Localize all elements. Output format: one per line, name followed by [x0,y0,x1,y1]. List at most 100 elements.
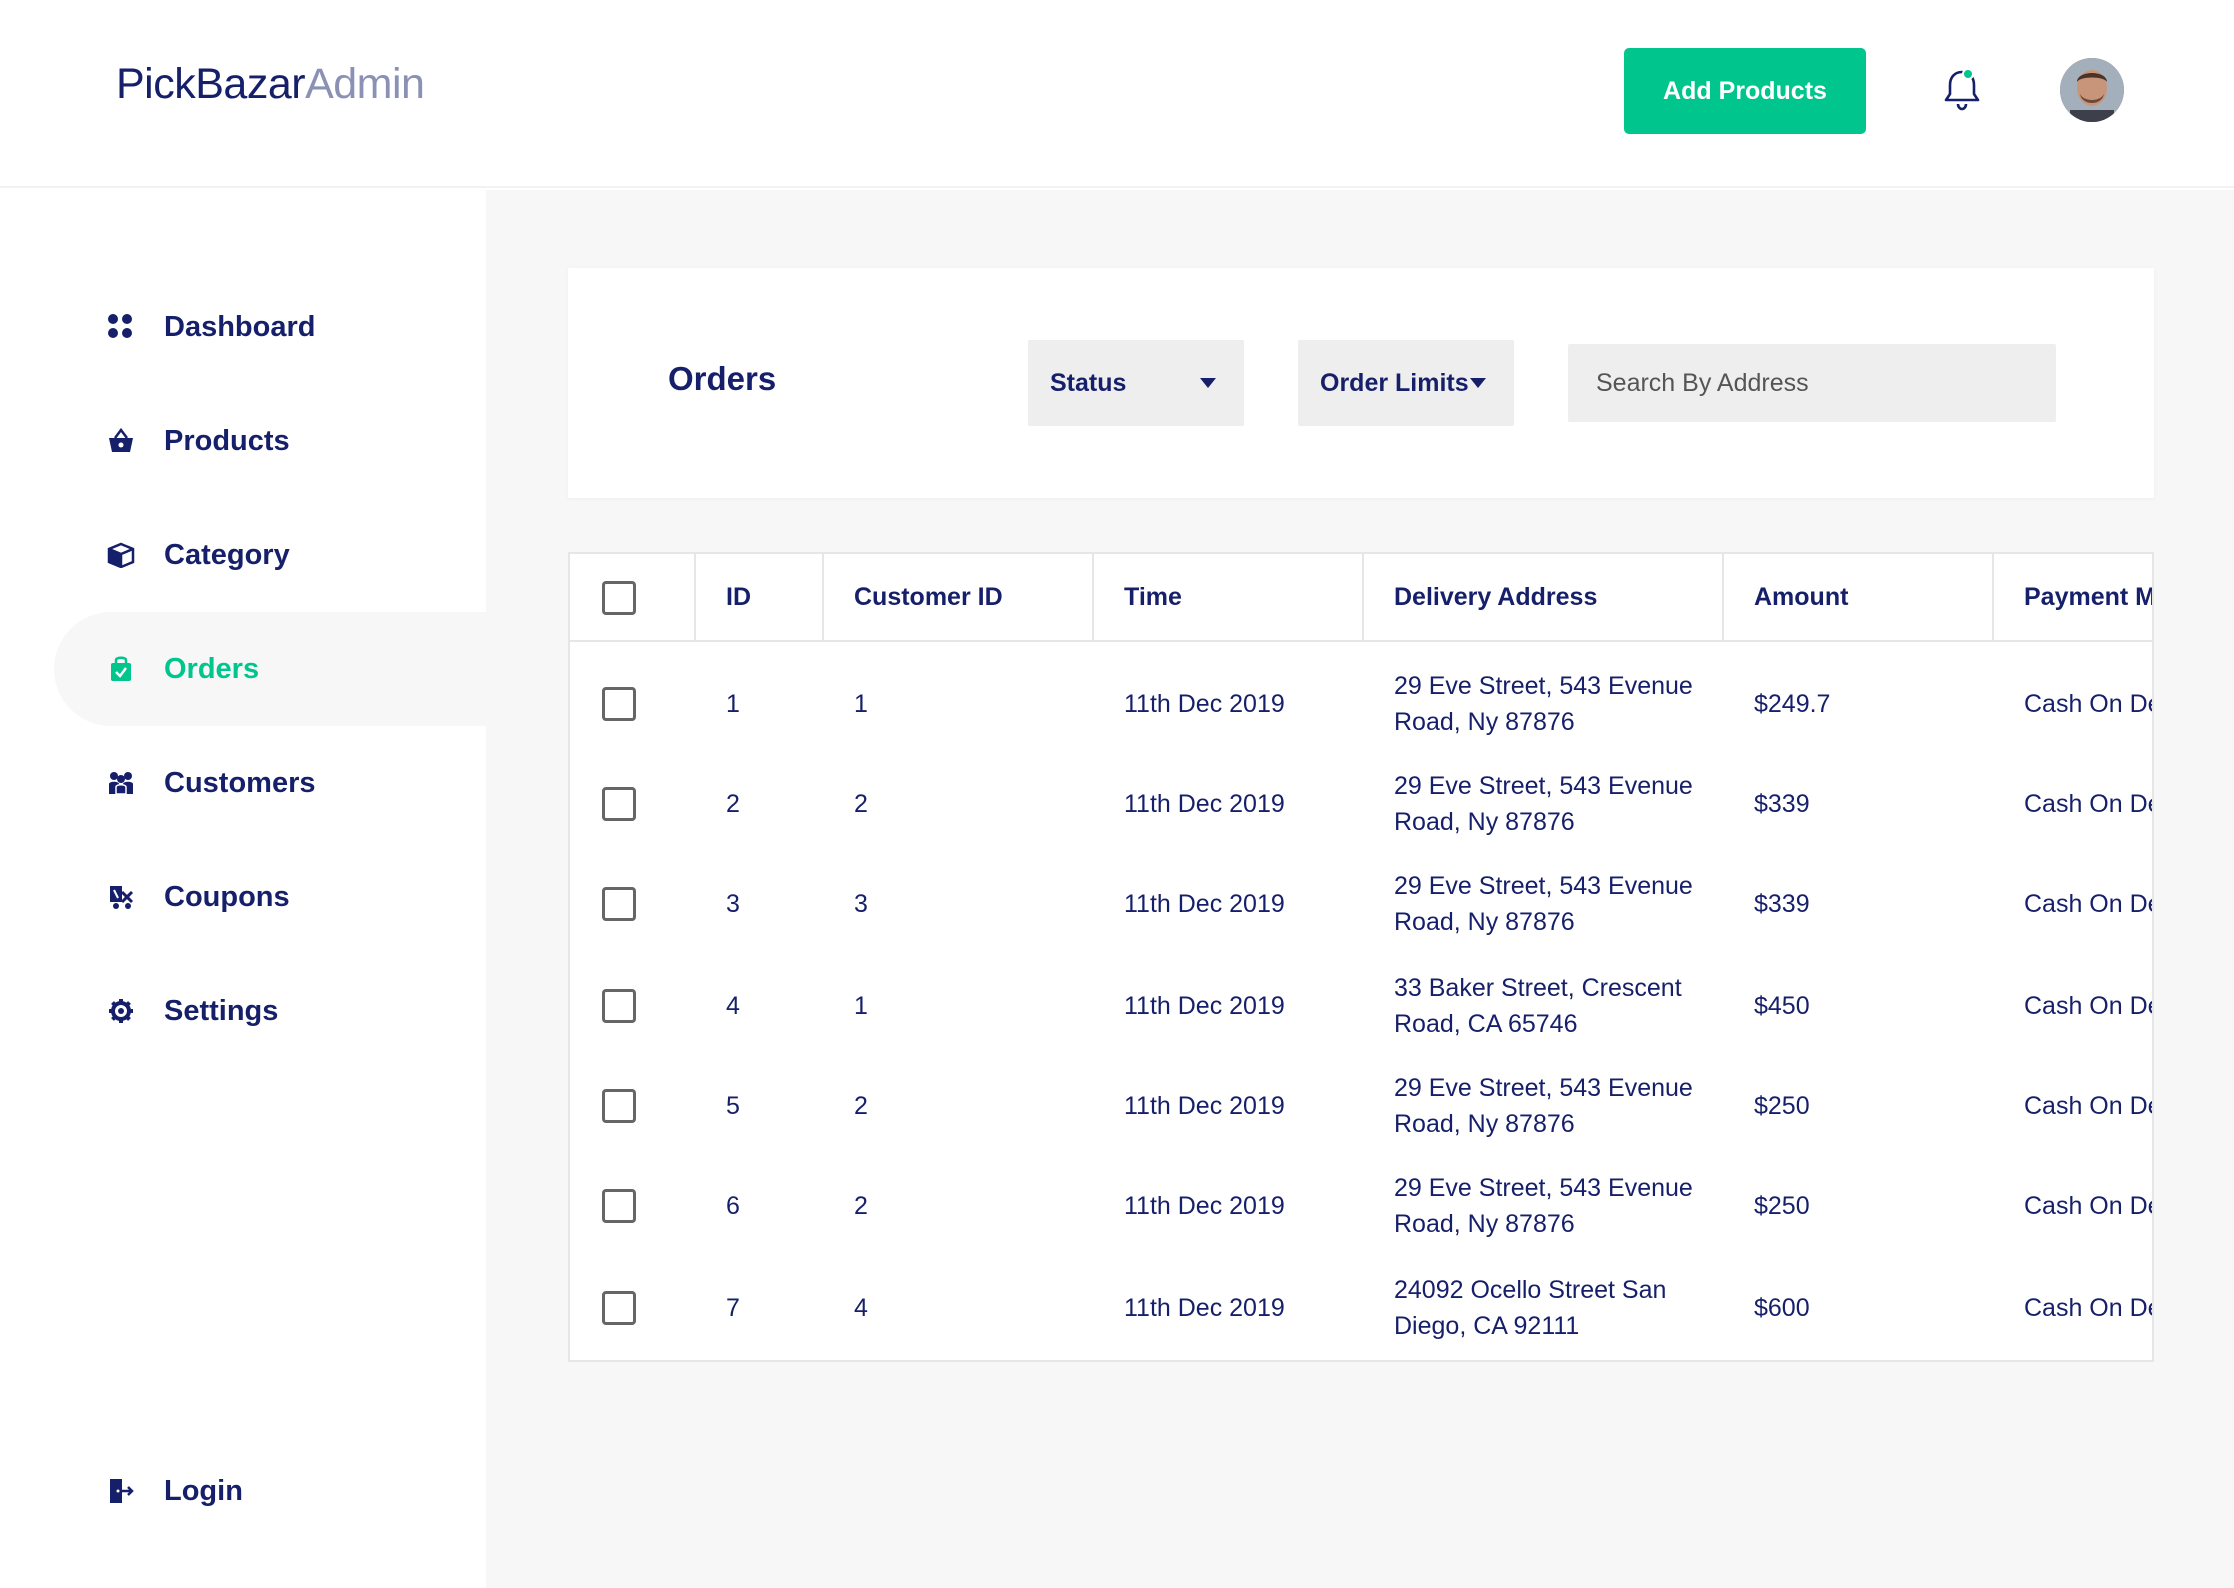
cell-delivery-address: 29 Eve Street, 543 Evenue Road, Ny 87876 [1394,672,1693,736]
cell-delivery-address: 33 Baker Street, Crescent Road, CA 65746 [1394,974,1682,1038]
cell-time: 11th Dec 2019 [1124,1091,1285,1120]
cell-time: 11th Dec 2019 [1124,991,1285,1020]
page-title: Orders [668,360,777,397]
coupon-icon [106,882,136,912]
sidebar-item-label: Dashboard [164,310,316,343]
row-checkbox[interactable] [602,1189,636,1223]
table-row[interactable]: 7 4 11th Dec 2019 24092 Ocello Street San D… [570,1258,2152,1358]
sidebar-item-dashboard[interactable]: Dashboard [54,270,486,384]
row-checkbox[interactable] [602,1291,636,1325]
cell-id: 7 [726,1293,740,1322]
cell-payment-method: Cash On De [2024,1091,2154,1120]
cell-customer-id: 2 [854,1091,868,1120]
search-input[interactable] [1568,344,2056,422]
cell-payment-method: Cash On De [2024,1191,2154,1220]
status-select[interactable]: Status [1028,340,1244,426]
main-content: Orders Status Order Limits ID Customer I… [486,190,2234,1588]
table-row[interactable]: 4 1 11th Dec 2019 33 Baker Street, Crescent… [570,956,2154,1056]
cell-amount: $600 [1754,1293,1810,1322]
row-checkbox[interactable] [602,989,636,1023]
add-products-button[interactable]: Add Products [1624,48,1866,134]
chevron-down-icon [1200,378,1216,388]
cell-amount: $450 [1754,991,1810,1020]
cell-customer-id: 2 [854,1191,868,1220]
column-header-delivery-address[interactable]: Delivery Address [1364,554,1724,640]
row-checkbox[interactable] [602,687,636,721]
cell-amount: $249.7 [1754,689,1831,718]
cell-time: 11th Dec 2019 [1124,1191,1285,1220]
sidebar-item-login[interactable]: Login [54,1434,486,1548]
box-icon [106,540,136,570]
cell-delivery-address: 29 Eve Street, 543 Evenue Road, Ny 87876 [1394,872,1693,936]
orders-toolbar: Orders Status Order Limits [568,268,2154,498]
basket-icon [106,426,136,456]
shopping-bag-icon [106,654,136,684]
order-limits-select[interactable]: Order Limits [1298,340,1514,426]
cell-id: 5 [726,1091,740,1120]
table-row[interactable]: 6 2 11th Dec 2019 29 Eve Street, 543 Evenue… [570,1156,2154,1256]
cell-time: 11th Dec 2019 [1124,1293,1285,1322]
table-header: ID Customer ID Time Delivery Address Amo… [570,554,2152,642]
select-all-checkbox[interactable] [602,581,636,615]
sidebar-item-label: Coupons [164,880,290,913]
sidebar-item-orders[interactable]: Orders [54,612,486,726]
order-limits-select-label: Order Limits [1320,368,1469,397]
column-header-id[interactable]: ID [696,554,824,640]
users-icon [106,768,136,798]
cell-customer-id: 4 [854,1293,868,1322]
table-row[interactable]: 3 3 11th Dec 2019 29 Eve Street, 543 Evenue… [570,854,2152,954]
gear-icon [106,996,136,1026]
sidebar-item-products[interactable]: Products [54,384,486,498]
top-bar: PickBazarAdmin Add Products [0,0,2234,188]
cell-customer-id: 2 [854,789,868,818]
table-row[interactable]: 2 2 11th Dec 2019 29 Eve Street, 543 Evenue… [570,754,2154,854]
cell-time: 11th Dec 2019 [1124,889,1285,918]
sidebar-item-label: Settings [164,994,279,1027]
logo[interactable]: PickBazarAdmin [116,60,425,109]
sidebar-item-label: Category [164,538,290,571]
cell-amount: $250 [1754,1191,1810,1220]
user-avatar[interactable] [2060,58,2124,122]
cell-id: 1 [726,689,740,718]
cell-amount: $250 [1754,1091,1810,1120]
column-header-payment-method[interactable]: Payment Me [1994,554,2152,640]
cell-customer-id: 1 [854,689,868,718]
cell-amount: $339 [1754,789,1810,818]
cell-id: 6 [726,1191,740,1220]
cell-delivery-address: 29 Eve Street, 543 Evenue Road, Ny 87876 [1394,1174,1693,1238]
sidebar-item-coupons[interactable]: Coupons [54,840,486,954]
column-header-time[interactable]: Time [1094,554,1364,640]
cell-id: 3 [726,889,740,918]
cell-delivery-address: 24092 Ocello Street San Diego, CA 92111 [1394,1276,1667,1340]
select-all-cell [570,554,696,640]
notification-bell-icon[interactable] [1940,64,1984,114]
column-header-customer-id[interactable]: Customer ID [824,554,1094,640]
status-select-label: Status [1050,368,1127,397]
logout-icon [106,1476,136,1506]
row-checkbox[interactable] [602,787,636,821]
cell-amount: $339 [1754,889,1810,918]
row-checkbox[interactable] [602,1089,636,1123]
row-checkbox[interactable] [602,887,636,921]
table-row[interactable]: 5 2 11th Dec 2019 29 Eve Street, 543 Evenue… [570,1056,2154,1156]
cell-customer-id: 1 [854,991,868,1020]
cell-payment-method: Cash On De [2024,789,2154,818]
logo-brand: PickBazar [116,60,306,108]
cell-delivery-address: 29 Eve Street, 543 Evenue Road, Ny 87876 [1394,1074,1693,1138]
sidebar-item-customers[interactable]: Customers [54,726,486,840]
cell-payment-method: Cash On De [2024,991,2154,1020]
cell-customer-id: 3 [854,889,868,918]
column-header-amount[interactable]: Amount [1724,554,1994,640]
cell-id: 2 [726,789,740,818]
sidebar-item-category[interactable]: Category [54,498,486,612]
table-row[interactable]: 1 1 11th Dec 2019 29 Eve Street, 543 Evenue… [570,654,2152,754]
dashboard-grid-icon [106,312,136,342]
sidebar-item-label: Products [164,424,290,457]
sidebar-item-label: Customers [164,766,316,799]
cell-delivery-address: 29 Eve Street, 543 Evenue Road, Ny 87876 [1394,772,1693,836]
orders-table: ID Customer ID Time Delivery Address Amo… [568,552,2154,1362]
chevron-down-icon [1470,378,1486,388]
sidebar-item-settings[interactable]: Settings [54,954,486,1068]
sidebar-item-label: Login [164,1474,243,1507]
sidebar: Dashboard Products Category Orders Custo… [0,190,486,1588]
